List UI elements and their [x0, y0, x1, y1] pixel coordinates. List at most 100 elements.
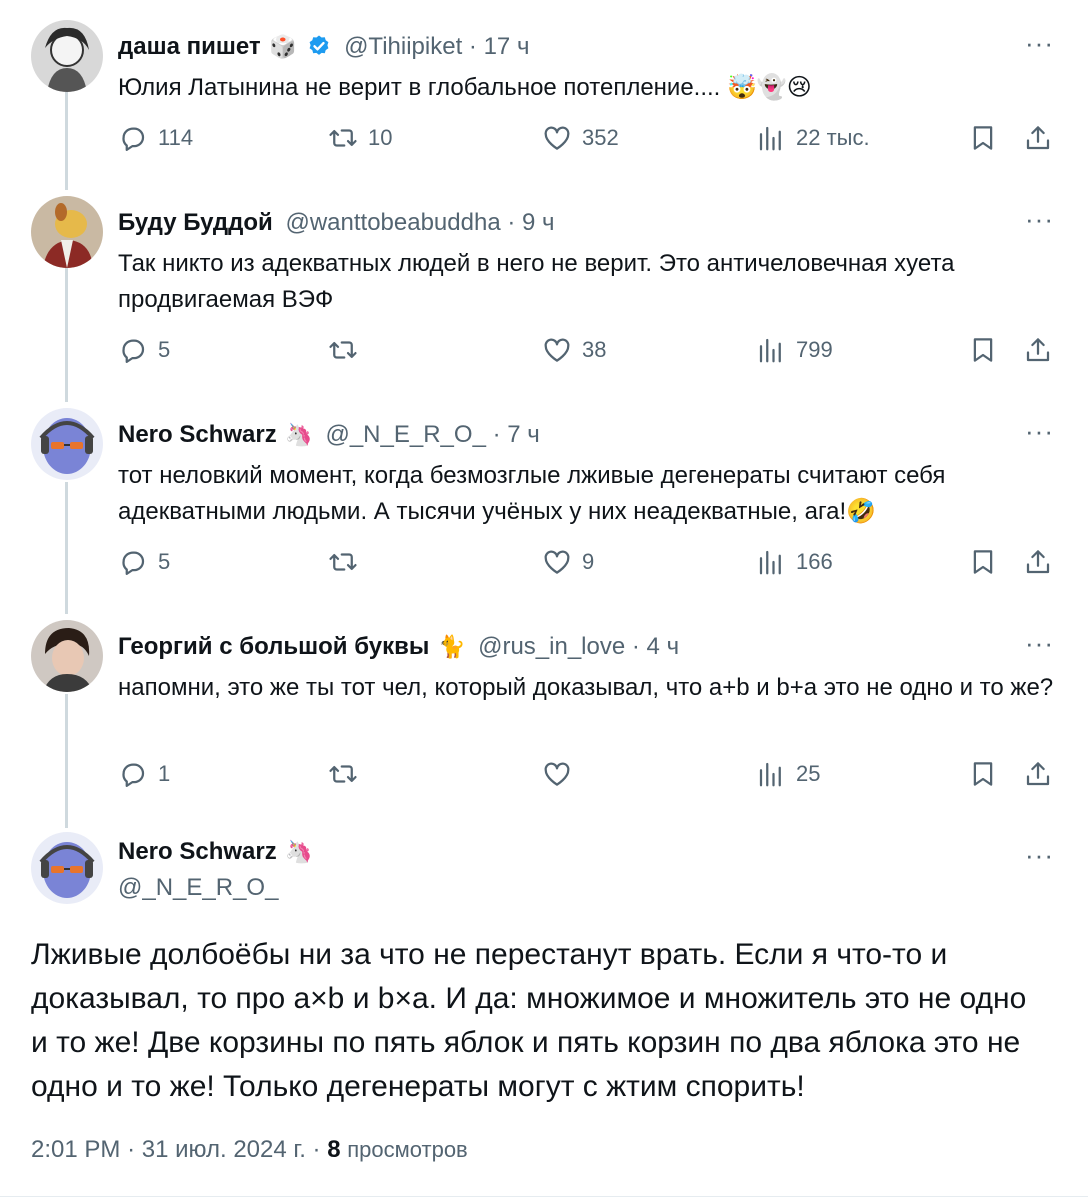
tweet-header: Буду Буддой @wanttobeabuddha · 9 ч [118, 208, 555, 238]
bookmark-icon [973, 550, 993, 574]
display-name[interactable]: даша пишет [118, 33, 261, 60]
tweet-actions: 5 9 166 [118, 544, 1058, 580]
retweet-icon [329, 341, 357, 359]
retweet-button[interactable] [328, 756, 368, 792]
like-count: 38 [582, 337, 607, 362]
reply-button[interactable]: 5 [118, 544, 170, 580]
tweet-2[interactable]: Буду Буддой @wanttobeabuddha · 9 ч ··· Т… [0, 196, 1088, 408]
main-tweet-text: Лживые долбоёбы ни за что не перестанут … [31, 938, 1027, 1103]
bookmark-button[interactable] [968, 332, 998, 368]
separator-dot: · [631, 633, 640, 660]
views-button[interactable]: 22 тыс. [756, 120, 870, 156]
share-button[interactable] [1023, 332, 1053, 368]
reply-button[interactable]: 1 [118, 756, 170, 792]
like-button[interactable]: 352 [542, 120, 619, 156]
more-options-icon[interactable]: ··· [1025, 840, 1054, 871]
name-badge-emoji: 🦄 [285, 422, 313, 447]
user-handle[interactable]: @wanttobeabuddha [285, 209, 500, 236]
share-button[interactable] [1023, 756, 1053, 792]
avatar[interactable] [31, 832, 103, 904]
user-handle[interactable]: @rus_in_love [478, 633, 625, 660]
display-name[interactable]: Георгий с большой буквы [118, 633, 429, 660]
reply-button[interactable]: 114 [118, 120, 193, 156]
tweet-text: Юлия Латынина не верит в глобальное поте… [118, 74, 812, 101]
reply-icon [122, 339, 145, 363]
tweet-3[interactable]: Nero Schwarz 🦄 @_N_E_R_O_ · 7 ч ··· тот … [0, 408, 1088, 620]
display-name[interactable]: Буду Буддой [118, 209, 273, 236]
tweet-4[interactable]: Георгий с большой буквы 🐈 @rus_in_love ·… [0, 620, 1088, 832]
like-button[interactable]: 38 [542, 332, 606, 368]
like-count: 352 [582, 125, 619, 150]
views-button[interactable]: 166 [756, 544, 833, 580]
tweet-text: Так никто из адекватных людей в него не … [118, 250, 955, 313]
more-options-icon[interactable]: ··· [1025, 204, 1054, 235]
avatar[interactable] [31, 620, 103, 692]
name-badge-emoji: 🐈 [438, 634, 466, 659]
like-count: 9 [582, 549, 595, 574]
tweet-actions: 1 25 [118, 756, 1058, 792]
separator-dot: · [468, 33, 477, 60]
tweet-time[interactable]: 4 ч [647, 633, 680, 660]
retweet-button[interactable] [328, 544, 368, 580]
views-bar-chart-icon [759, 550, 781, 575]
share-icon [1026, 338, 1050, 362]
reply-count: 114 [158, 125, 194, 150]
reply-icon [122, 551, 145, 575]
user-handle[interactable]: @Tihiipiket [344, 33, 462, 60]
tweet-1[interactable]: даша пишет 🎲 @Tihiipiket · 17 ч ··· Юлия… [0, 20, 1088, 190]
display-name[interactable]: Nero Schwarz [118, 421, 277, 448]
author-name-row: Nero Schwarz 🦄 [118, 836, 313, 868]
avatar[interactable] [31, 408, 103, 480]
separator-dot: · [507, 209, 516, 236]
more-options-icon[interactable]: ··· [1025, 628, 1054, 659]
tweet-time[interactable]: 7 ч [507, 421, 540, 448]
share-icon [1026, 126, 1050, 150]
reply-button[interactable]: 5 [118, 332, 170, 368]
bookmark-button[interactable] [968, 544, 998, 580]
like-heart-icon [544, 338, 570, 362]
more-options-icon[interactable]: ··· [1025, 28, 1054, 59]
views-button[interactable]: 25 [756, 756, 820, 792]
views-bar-chart-icon [759, 126, 781, 151]
like-button[interactable] [542, 756, 582, 792]
tweet-text: тот неловкий момент, когда безмозглые лж… [118, 462, 946, 525]
like-button[interactable]: 9 [542, 544, 594, 580]
bookmark-icon [973, 338, 993, 362]
avatar[interactable] [31, 20, 103, 92]
tweet-time[interactable]: 9 ч [522, 209, 555, 236]
share-button[interactable] [1023, 120, 1053, 156]
views-label: просмотров [347, 1137, 468, 1162]
retweet-icon [329, 765, 357, 783]
separator-dot: · [127, 1136, 136, 1163]
share-icon [1026, 550, 1050, 574]
tweet-actions: 5 38 799 [118, 332, 1058, 368]
post-time[interactable]: 2:01 PM [31, 1136, 120, 1163]
reply-icon [122, 763, 145, 787]
views-button[interactable]: 799 [756, 332, 833, 368]
retweet-button[interactable] [328, 332, 368, 368]
more-options-icon[interactable]: ··· [1025, 416, 1054, 447]
retweet-count: 10 [368, 125, 393, 150]
bookmark-button[interactable] [968, 120, 998, 156]
views-count: 22 тыс. [796, 125, 870, 150]
post-date[interactable]: 31 июл. 2024 г. [142, 1136, 306, 1163]
retweet-button[interactable]: 10 [328, 120, 392, 156]
reply-count: 5 [158, 337, 171, 362]
user-handle[interactable]: @_N_E_R_O_ [325, 421, 485, 448]
share-icon [1026, 762, 1050, 786]
share-button[interactable] [1023, 544, 1053, 580]
retweet-icon [329, 553, 357, 571]
avatar[interactable] [31, 196, 103, 268]
bookmark-icon [973, 762, 993, 786]
user-handle[interactable]: @_N_E_R_O_ [118, 874, 278, 901]
tweet-header: Nero Schwarz 🦄 @_N_E_R_O_ · 7 ч [118, 420, 540, 450]
tweet-header: даша пишет 🎲 @Tihiipiket · 17 ч [118, 32, 529, 62]
views-count: 25 [796, 761, 821, 786]
tweet-time[interactable]: 17 ч [484, 33, 530, 60]
tweet-text: напомни, это же ты тот чел, который дока… [118, 674, 1054, 701]
display-name[interactable]: Nero Schwarz [118, 838, 277, 865]
bookmark-button[interactable] [968, 756, 998, 792]
bookmark-icon [973, 126, 993, 150]
tweet-meta: 2:01 PM · 31 июл. 2024 г. · 8 просмотров [31, 1136, 468, 1164]
views-count: 799 [796, 337, 833, 362]
